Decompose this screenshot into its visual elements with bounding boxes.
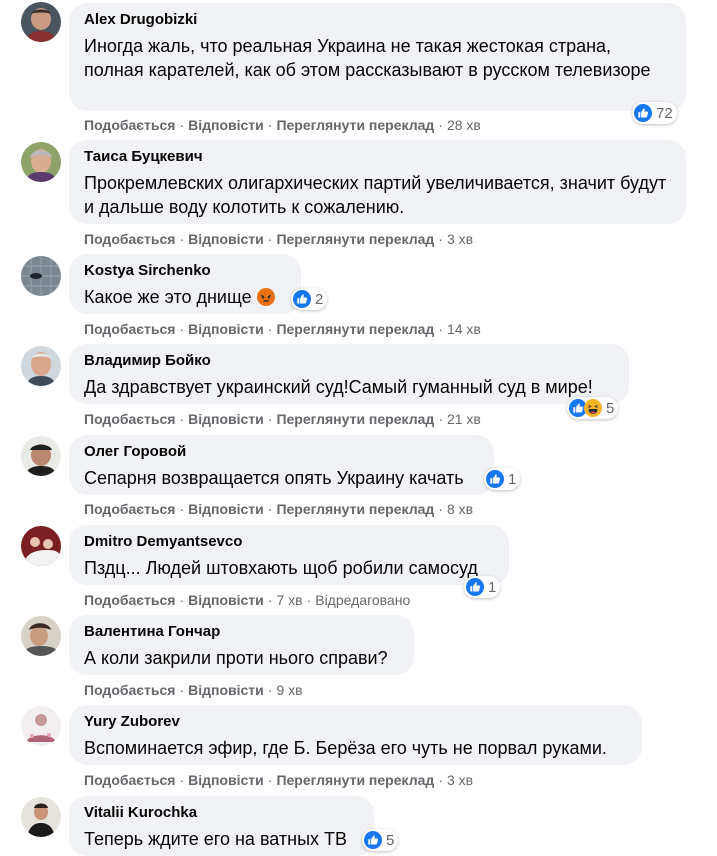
- comment-bubble: Олег Горовой Сепарня возвращается опять …: [69, 435, 494, 495]
- reaction-summary[interactable]: 5: [362, 829, 399, 851]
- reply-button[interactable]: Відповісти: [188, 772, 264, 788]
- like-icon: [466, 578, 484, 596]
- comment-author[interactable]: Dmitro Demyantsevco: [84, 533, 497, 551]
- comment-author[interactable]: Kostya Sirchenko: [84, 262, 289, 280]
- like-icon: [364, 831, 382, 849]
- like-button[interactable]: Подобається: [84, 321, 175, 337]
- comment-actions: Подобається · Відповісти · Переглянути перек…: [84, 321, 481, 337]
- comment-text: А коли закрили проти нього справи?: [84, 648, 388, 668]
- reaction-summary[interactable]: 1: [484, 468, 521, 490]
- translate-button[interactable]: Переглянути переклад: [276, 321, 434, 337]
- reaction-summary[interactable]: 72: [632, 102, 677, 124]
- timestamp[interactable]: 28 хв: [447, 117, 481, 133]
- comment-actions: Подобається · Відповісти · Переглянути перек…: [84, 117, 481, 133]
- edited-label: Відредаговано: [315, 592, 411, 608]
- comment-bubble: Kostya Sirchenko Какое же это днище: [69, 254, 301, 314]
- comment-text: Вспоминается эфир, где Б. Берёза его чут…: [84, 738, 607, 758]
- timestamp[interactable]: 7 хв: [276, 592, 302, 608]
- like-icon: [486, 470, 504, 488]
- comment-text: Какое же это днище: [84, 287, 252, 307]
- comment-actions: Подобається · Відповісти · 9 хв: [84, 682, 303, 698]
- timestamp[interactable]: 8 хв: [447, 501, 473, 517]
- like-button[interactable]: Подобається: [84, 682, 175, 698]
- like-icon: [293, 290, 311, 308]
- haha-icon: [584, 399, 602, 417]
- comment-text: Теперь ждите его на ватных ТВ: [84, 829, 348, 849]
- comment-author[interactable]: Vitalii Kurochka: [84, 804, 362, 822]
- reaction-count: 1: [488, 578, 497, 596]
- comment-text: Иногда жаль, что реальная Украина не так…: [84, 36, 651, 80]
- timestamp[interactable]: 3 хв: [447, 231, 473, 247]
- timestamp[interactable]: 21 хв: [447, 411, 481, 427]
- avatar[interactable]: [21, 526, 61, 566]
- like-button[interactable]: Подобається: [84, 231, 175, 247]
- avatar[interactable]: [21, 2, 61, 42]
- avatar[interactable]: [21, 256, 61, 296]
- comment-text: Сепарня возвращается опять Украину качат…: [84, 468, 464, 488]
- comment-actions: Подобається · Відповісти · Переглянути перек…: [84, 411, 481, 427]
- translate-button[interactable]: Переглянути переклад: [276, 117, 434, 133]
- like-button[interactable]: Подобається: [84, 772, 175, 788]
- avatar[interactable]: [21, 706, 61, 746]
- comment-author[interactable]: Олег Горовой: [84, 443, 482, 461]
- reaction-count: 2: [315, 290, 324, 308]
- reply-button[interactable]: Відповісти: [188, 321, 264, 337]
- angry-emoji-icon: [257, 288, 275, 306]
- translate-button[interactable]: Переглянути переклад: [276, 501, 434, 517]
- reply-button[interactable]: Відповісти: [188, 501, 264, 517]
- reply-button[interactable]: Відповісти: [188, 411, 264, 427]
- reaction-summary[interactable]: 5: [567, 397, 619, 419]
- comment-actions: Подобається · Відповісти · 7 хв · Відредагован…: [84, 592, 411, 608]
- timestamp[interactable]: 9 хв: [276, 682, 302, 698]
- comment-author[interactable]: Валентина Гончар: [84, 623, 402, 641]
- comment-bubble: Vitalii Kurochka Теперь ждите его на ват…: [69, 796, 374, 856]
- comment-bubble: Владимир Бойко Да здравствует украинский…: [69, 344, 629, 404]
- reply-button[interactable]: Відповісти: [188, 592, 264, 608]
- translate-button[interactable]: Переглянути переклад: [276, 772, 434, 788]
- comment-actions: Подобається · Відповісти · Переглянути перек…: [84, 772, 474, 788]
- like-button[interactable]: Подобається: [84, 117, 175, 133]
- reply-button[interactable]: Відповісти: [188, 682, 264, 698]
- comment-actions: Подобається · Відповісти · Переглянути перек…: [84, 231, 474, 247]
- avatar[interactable]: [21, 346, 61, 386]
- comment-text: Прокремлевских олигархических партий уве…: [84, 173, 667, 217]
- avatar[interactable]: [21, 616, 61, 656]
- timestamp[interactable]: 3 хв: [447, 772, 473, 788]
- like-icon: [634, 104, 652, 122]
- reply-button[interactable]: Відповісти: [188, 117, 264, 133]
- comment-author[interactable]: Владимир Бойко: [84, 352, 617, 370]
- reply-button[interactable]: Відповісти: [188, 231, 264, 247]
- reaction-count: 1: [508, 470, 517, 488]
- comment-author[interactable]: Yury Zuborev: [84, 713, 630, 731]
- reaction-summary[interactable]: 1: [464, 576, 501, 598]
- timestamp[interactable]: 14 хв: [447, 321, 481, 337]
- translate-button[interactable]: Переглянути переклад: [276, 411, 434, 427]
- reaction-count: 72: [656, 104, 673, 122]
- comment-author[interactable]: Таиса Буцкевич: [84, 148, 674, 166]
- like-button[interactable]: Подобається: [84, 592, 175, 608]
- comment-text: Да здравствует украинский суд!Самый гума…: [84, 377, 593, 397]
- comment-author[interactable]: Alex Drugobizki: [84, 11, 674, 29]
- comment-bubble: Yury Zuborev Вспоминается эфир, где Б. Б…: [69, 705, 642, 765]
- reaction-count: 5: [606, 399, 615, 417]
- like-button[interactable]: Подобається: [84, 501, 175, 517]
- like-button[interactable]: Подобається: [84, 411, 175, 427]
- comment-text: Пздц... Людей штовхають щоб робили самос…: [84, 558, 478, 578]
- comment-actions: Подобається · Відповісти · Переглянути перек…: [84, 501, 474, 517]
- avatar[interactable]: [21, 436, 61, 476]
- reaction-summary[interactable]: 2: [291, 288, 328, 310]
- avatar[interactable]: [21, 797, 61, 837]
- avatar[interactable]: [21, 142, 61, 182]
- comment-bubble: Dmitro Demyantsevco Пздц... Людей штовха…: [69, 525, 509, 585]
- reaction-count: 5: [386, 831, 395, 849]
- comment-bubble: Таиса Буцкевич Прокремлевских олигархиче…: [69, 140, 686, 224]
- translate-button[interactable]: Переглянути переклад: [276, 231, 434, 247]
- comment-bubble: Alex Drugobizki Иногда жаль, что реальна…: [69, 3, 686, 111]
- comment-bubble: Валентина Гончар А коли закрили проти нь…: [69, 615, 414, 675]
